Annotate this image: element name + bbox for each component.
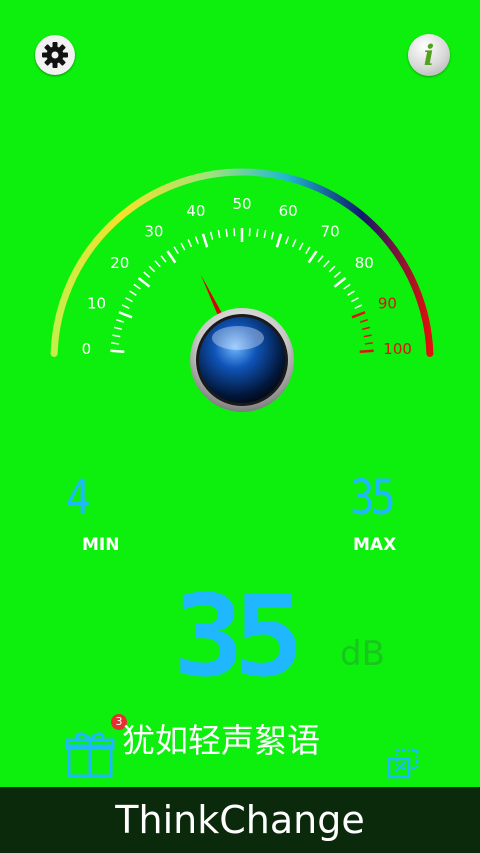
minor-tick <box>305 246 311 255</box>
brand-name: ThinkChange <box>115 798 365 842</box>
footer-banner[interactable]: ThinkChange <box>0 787 480 853</box>
tick-label: 90 <box>378 295 397 313</box>
info-icon: i <box>423 38 435 72</box>
minor-tick <box>354 304 363 309</box>
major-tick <box>137 277 151 288</box>
gear-icon <box>42 42 68 68</box>
major-tick <box>118 311 133 319</box>
min-label: MIN <box>82 535 120 555</box>
minor-tick <box>180 242 186 251</box>
minor-tick <box>209 231 214 240</box>
max-label: MAX <box>353 535 397 555</box>
gift-icon[interactable] <box>65 728 115 778</box>
tick-label: 80 <box>355 254 374 272</box>
minor-tick <box>343 283 351 290</box>
major-tick <box>307 250 318 264</box>
tick-label: 70 <box>321 222 340 240</box>
max-value: 35 <box>350 470 396 526</box>
info-button[interactable]: i <box>408 34 450 76</box>
minor-tick <box>116 319 125 323</box>
tick-label: 10 <box>87 295 106 313</box>
minor-tick <box>148 265 156 273</box>
current-db-value: 35 <box>173 572 304 702</box>
settings-button[interactable] <box>35 35 75 75</box>
tick-label: 100 <box>383 340 412 358</box>
minor-tick <box>173 246 179 255</box>
minor-tick <box>217 230 221 239</box>
tick-label: 30 <box>144 222 163 240</box>
minor-tick <box>129 290 137 296</box>
minor-tick <box>225 228 228 237</box>
minor-tick <box>317 255 324 263</box>
major-tick <box>110 349 125 354</box>
minor-tick <box>359 319 368 323</box>
minor-tick <box>364 342 373 345</box>
tick-label: 50 <box>232 195 251 213</box>
minor-tick <box>125 297 133 303</box>
gauge-hub-highlight <box>212 326 264 350</box>
major-tick <box>333 277 347 288</box>
minor-tick <box>351 297 359 303</box>
minor-tick <box>133 283 141 290</box>
sound-gauge: 0 10 20 30 40 50 60 70 80 90 100 <box>50 168 434 412</box>
resize-icon[interactable] <box>386 747 420 781</box>
minor-tick <box>154 260 161 268</box>
minor-tick <box>256 228 259 237</box>
minor-tick <box>323 260 330 268</box>
min-value: 4 <box>66 470 91 526</box>
minor-tick <box>263 230 267 239</box>
tick-label: 40 <box>186 202 205 220</box>
minor-tick <box>112 334 121 338</box>
major-tick <box>275 233 283 248</box>
minor-tick <box>187 239 193 248</box>
major-tick <box>359 349 374 354</box>
minor-tick <box>328 265 336 273</box>
minor-tick <box>298 242 304 251</box>
minor-tick <box>285 236 290 245</box>
noise-description: 犹如轻声絮语 <box>122 721 320 760</box>
minor-tick <box>270 231 275 240</box>
major-tick <box>166 250 177 264</box>
minor-tick <box>194 236 199 245</box>
db-unit: dB <box>340 634 385 674</box>
minor-tick <box>160 255 167 263</box>
minor-tick <box>121 304 130 309</box>
major-tick <box>201 233 209 248</box>
minor-tick <box>347 290 355 296</box>
major-tick <box>351 311 366 319</box>
minor-tick <box>363 334 372 338</box>
tick-label: 60 <box>279 202 298 220</box>
minor-tick <box>111 342 120 345</box>
minor-tick <box>113 326 123 331</box>
tick-label: 0 <box>82 340 92 358</box>
minor-tick <box>333 271 341 278</box>
minor-tick <box>143 271 151 278</box>
tick-label: 20 <box>110 254 129 272</box>
minor-tick <box>291 239 297 248</box>
minor-tick <box>361 326 371 331</box>
